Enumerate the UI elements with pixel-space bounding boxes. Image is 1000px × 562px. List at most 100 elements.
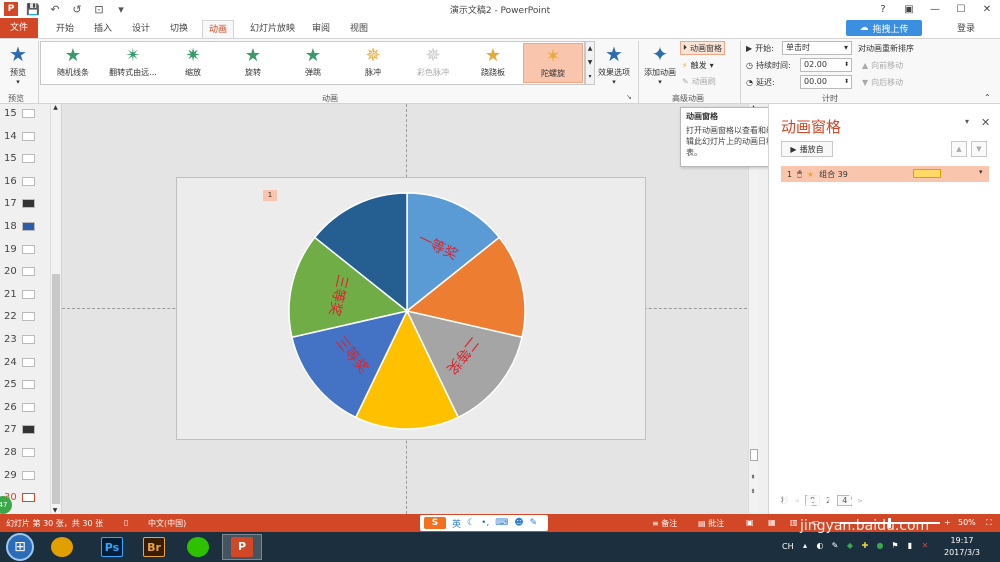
pane-options-icon[interactable]: ▾ xyxy=(965,117,969,126)
taskbar-photoshop[interactable]: Ps xyxy=(92,534,132,560)
move-later-button[interactable]: ▼ 向后移动 xyxy=(862,75,903,89)
anim-pulse[interactable]: ✵ 脉冲 xyxy=(343,43,403,83)
taskbar-wechat[interactable] xyxy=(178,534,218,560)
login-link[interactable]: 登录 xyxy=(957,21,975,34)
slide-thumbnail[interactable]: 26 xyxy=(0,398,50,420)
volume-icon[interactable]: ✕ xyxy=(920,541,930,551)
scroll-thumb[interactable] xyxy=(750,449,758,461)
tray-language[interactable]: CH xyxy=(782,542,794,551)
notes-button[interactable]: ≡ 备注 xyxy=(652,518,677,529)
slide-thumbnail[interactable]: 23 xyxy=(0,330,50,352)
duration-spinner[interactable]: 02.00 ⬍ xyxy=(800,58,852,72)
effect-options-button[interactable]: ★ 效果选项 ▾ xyxy=(592,41,636,89)
upload-button[interactable]: ☁ 拖拽上传 xyxy=(846,20,922,36)
close-icon[interactable]: ✕ xyxy=(981,116,990,129)
collapse-ribbon-icon[interactable]: ⌃ xyxy=(984,93,991,102)
anim-color-pulse[interactable]: ✵ 彩色脉冲 xyxy=(403,43,463,83)
slideshow-view-icon[interactable]: ▭ xyxy=(812,518,820,527)
shield-icon[interactable]: ◆ xyxy=(845,541,855,551)
next-slide-icon[interactable]: ⇟ xyxy=(749,488,757,495)
zoom-slider-knob[interactable] xyxy=(888,518,891,528)
help-icon[interactable]: ? xyxy=(870,0,896,18)
delay-spinner[interactable]: 00.00 ⬍ xyxy=(800,75,852,89)
slide-thumbnail[interactable]: 29 xyxy=(0,466,50,488)
tray-arrow-icon[interactable]: ▴ xyxy=(800,541,810,551)
tab-file[interactable]: 文件 xyxy=(0,18,39,38)
tab-review[interactable]: 审阅 xyxy=(306,20,336,38)
play-from-button[interactable]: ▶ 播放自 xyxy=(781,141,833,157)
moon-icon[interactable]: ☾ xyxy=(467,518,475,528)
move-down-button[interactable]: ▼ xyxy=(971,141,987,157)
slide-thumbnail[interactable]: 16 xyxy=(0,172,50,194)
animation-list-item[interactable]: 1 🖱 ★ 组合 39 ▾ xyxy=(781,166,989,182)
zoom-out-icon[interactable]: − xyxy=(830,518,837,527)
anim-random-bars[interactable]: ★ 随机线条 xyxy=(43,43,103,83)
user-icon[interactable]: ☻ xyxy=(514,518,523,528)
tray-icon[interactable]: ✚ xyxy=(860,541,870,551)
anim-spin-top[interactable]: ✶ 陀螺旋 xyxy=(523,43,583,83)
keyboard-icon[interactable]: ⌨ xyxy=(495,518,508,528)
language-indicator[interactable]: 中文(中国) xyxy=(148,518,186,529)
tray-icon[interactable]: ● xyxy=(875,541,885,551)
taskbar-app-1[interactable] xyxy=(42,534,82,560)
add-animation-button[interactable]: ✦ 添加动画 ▾ xyxy=(640,41,680,89)
anim-timeline-bar[interactable] xyxy=(913,169,941,178)
animation-pane-button[interactable]: ⏵ 动画窗格 xyxy=(680,41,725,55)
normal-view-icon[interactable]: ▣ xyxy=(746,518,754,527)
punctuation-icon[interactable]: •, xyxy=(481,518,489,528)
move-up-button[interactable]: ▲ xyxy=(951,141,967,157)
floating-badge[interactable]: 47 xyxy=(0,496,12,514)
current-slide[interactable]: 1 一等奖 二等奖 三等奖 三等奖 xyxy=(176,177,646,440)
prev-slide-icon[interactable]: ⇞ xyxy=(749,474,757,481)
slide-thumbnail[interactable]: 19 xyxy=(0,240,50,262)
anim-flip[interactable]: ✴ 翻转式由远... xyxy=(103,43,163,83)
ime-toolbar[interactable]: S 英 ☾ •, ⌨ ☻ ✎ xyxy=(420,515,548,531)
tab-home[interactable]: 开始 xyxy=(50,20,80,38)
taskbar-powerpoint[interactable]: P xyxy=(222,534,262,560)
slide-thumbnail[interactable]: 15 xyxy=(0,149,50,171)
anim-spin[interactable]: ★ 旋转 xyxy=(223,43,283,83)
scroll-down-icon[interactable]: ▼ xyxy=(51,507,59,514)
tab-insert[interactable]: 插入 xyxy=(88,20,118,38)
anim-bounce[interactable]: ★ 弹跳 xyxy=(283,43,343,83)
zoom-level[interactable]: 50% xyxy=(958,518,976,527)
network-icon[interactable]: ▮ xyxy=(905,541,915,551)
pie-shape-group[interactable]: 一等奖二等奖三等奖三等奖 xyxy=(177,178,647,441)
scroll-thumb[interactable] xyxy=(52,274,60,504)
ime-mode[interactable]: 英 xyxy=(452,517,461,530)
dialog-launcher-icon[interactable]: ↘ xyxy=(626,93,632,101)
anim-teeter[interactable]: ★ 跷跷板 xyxy=(463,43,523,83)
seconds-label[interactable]: 秒 xyxy=(781,495,789,506)
slide-thumbnail[interactable]: 17 xyxy=(0,194,50,216)
slide-thumbnail[interactable]: 24 xyxy=(0,353,50,375)
slide-thumbnail[interactable]: 21 xyxy=(0,285,50,307)
animation-painter-button[interactable]: ✎ 动画刷 xyxy=(682,74,716,88)
thumbnails-scrollbar[interactable]: ▲ ▼ xyxy=(50,104,60,514)
tray-icon[interactable]: ◐ xyxy=(815,541,825,551)
scroll-up-icon[interactable]: ▲ xyxy=(51,104,60,111)
start-select[interactable]: 单击时 ▾ xyxy=(782,41,852,55)
tab-design[interactable]: 设计 xyxy=(126,20,156,38)
tray-icon[interactable]: ✎ xyxy=(830,541,840,551)
slide-thumbnail[interactable]: 14 xyxy=(0,127,50,149)
tab-view[interactable]: 视图 xyxy=(344,20,374,38)
sorter-view-icon[interactable]: ▦ xyxy=(768,518,776,527)
trigger-button[interactable]: ⚡ 触发 ▾ xyxy=(682,58,714,72)
slide-thumbnail[interactable]: 28 xyxy=(0,443,50,465)
start-button[interactable]: ⊞ xyxy=(6,533,34,561)
tab-slideshow[interactable]: 幻灯片放映 xyxy=(244,20,301,38)
system-clock[interactable]: 19:17 2017/3/3 xyxy=(944,535,980,559)
slide-thumbnail[interactable]: 25 xyxy=(0,375,50,397)
maximize-button[interactable]: ☐ xyxy=(948,0,974,18)
slide-thumbnail[interactable]: 27 xyxy=(0,420,50,442)
slide-thumbnail[interactable]: 18 xyxy=(0,217,50,239)
slide-thumbnail[interactable]: 15 xyxy=(0,104,50,126)
scroll-left-icon[interactable]: ◂ xyxy=(795,496,799,505)
anim-zoom[interactable]: ✷ 缩放 xyxy=(163,43,223,83)
flag-icon[interactable]: ⚑ xyxy=(890,541,900,551)
slide-thumbnail[interactable]: 20 xyxy=(0,262,50,284)
tab-animations[interactable]: 动画 xyxy=(202,20,235,38)
spelling-icon[interactable]: ▯ xyxy=(124,518,128,527)
minimize-button[interactable]: — xyxy=(922,0,948,18)
tab-transitions[interactable]: 切换 xyxy=(164,20,194,38)
